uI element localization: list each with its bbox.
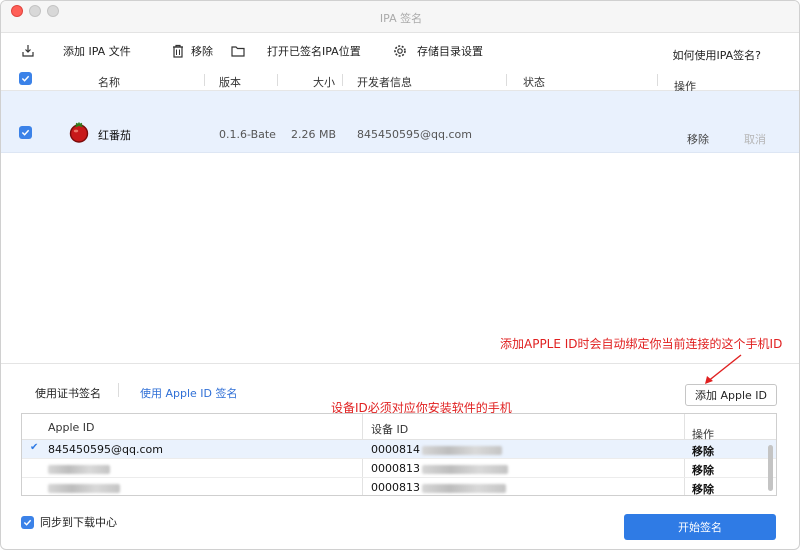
- checkmark-icon: [21, 129, 30, 136]
- add-apple-id-button[interactable]: 添加 Apple ID: [685, 384, 777, 406]
- toolbar: 添加 IPA 文件 移除 打开已签名IPA位置 存储目录设置 如何使用IPA签名…: [1, 33, 799, 69]
- annotation-top: 添加APPLE ID时会自动绑定你当前连接的这个手机ID: [500, 337, 783, 351]
- ipa-table-empty-area: [1, 153, 799, 363]
- import-icon: [21, 44, 35, 58]
- title-bar: IPA 签名: [1, 1, 799, 33]
- table-row[interactable]: 红番茄 0.1.6-Bate 2.26 MB 845450595@qq.com …: [1, 91, 799, 153]
- folder-icon: [231, 44, 245, 58]
- storage-settings-label: 存储目录设置: [417, 45, 483, 58]
- apple-id-value: 845450595@qq.com: [48, 443, 163, 456]
- open-signed-label: 打开已签名IPA位置: [267, 45, 361, 58]
- device-id-value: 0000814: [371, 443, 502, 456]
- id-remove-button[interactable]: 移除: [692, 481, 714, 495]
- row-checkbox[interactable]: [19, 126, 32, 139]
- remove-button[interactable]: 移除: [171, 41, 213, 61]
- annotation-arrow-icon: [705, 354, 742, 384]
- header-apple-id: Apple ID: [48, 421, 95, 434]
- trash-icon: [171, 44, 185, 58]
- table-row[interactable]: ✔ 845450595@qq.com 0000814 移除: [22, 440, 776, 459]
- apple-id-table-header: Apple ID 设备 ID 操作: [22, 414, 776, 441]
- checkmark-icon: [21, 75, 30, 82]
- header-size: 大小: [313, 76, 335, 89]
- header-name: 名称: [98, 76, 120, 89]
- sync-checkbox[interactable]: [21, 515, 34, 529]
- tab-separator: [118, 383, 119, 397]
- app-developer: 845450595@qq.com: [357, 128, 472, 141]
- header-separator: [277, 74, 278, 86]
- device-id-value: 0000813: [371, 481, 506, 494]
- storage-settings-button[interactable]: 存储目录设置: [393, 41, 483, 61]
- apple-id-value-redacted: [48, 481, 120, 494]
- app-version: 0.1.6-Bate: [219, 128, 276, 141]
- tab-appleid-sign[interactable]: 使用 Apple ID 签名: [140, 385, 238, 401]
- open-signed-location-button[interactable]: 打开已签名IPA位置: [231, 41, 361, 61]
- apple-id-table-scrollbar[interactable]: [768, 445, 773, 491]
- remove-label: 移除: [191, 45, 213, 58]
- header-separator: [342, 74, 343, 86]
- header-developer: 开发者信息: [357, 76, 412, 89]
- app-window: IPA 签名 添加 IPA 文件 移除 打开已签名IPA位置 存储目录设置 如何…: [0, 0, 800, 550]
- header-separator: [204, 74, 205, 86]
- sync-label: 同步到下载中心: [40, 516, 117, 529]
- window-title: IPA 签名: [379, 12, 423, 25]
- header-version: 版本: [219, 76, 241, 89]
- app-size: 2.26 MB: [291, 128, 337, 141]
- sync-download-center-toggle[interactable]: 同步到下载中心: [21, 514, 117, 530]
- table-row[interactable]: 0000813 移除: [22, 459, 776, 478]
- header-separator: [657, 74, 658, 86]
- selected-check-icon: ✔: [30, 442, 39, 453]
- id-remove-button[interactable]: 移除: [692, 443, 714, 459]
- add-ipa-button[interactable]: 添加 IPA 文件: [21, 41, 131, 61]
- select-all-checkbox[interactable]: [19, 72, 32, 85]
- id-remove-button[interactable]: 移除: [692, 462, 714, 478]
- checkmark-icon: [23, 519, 32, 526]
- apple-id-table: Apple ID 设备 ID 操作 ✔ 845450595@qq.com 000…: [21, 413, 777, 496]
- app-name: 红番茄: [98, 129, 131, 142]
- tab-cert-sign[interactable]: 使用证书签名: [35, 385, 101, 401]
- gear-icon: [393, 44, 407, 58]
- apple-id-value-redacted: [48, 462, 110, 475]
- add-ipa-label: 添加 IPA 文件: [63, 45, 131, 58]
- ipa-table-header: 名称 版本 大小 开发者信息 状态 操作: [1, 69, 799, 93]
- start-signing-button[interactable]: 开始签名: [624, 514, 776, 540]
- device-id-value: 0000813: [371, 462, 508, 475]
- section-divider: [1, 363, 799, 364]
- ipa-table: 名称 版本 大小 开发者信息 状态 操作 红番茄 0.1.6-Bate 2.26…: [1, 69, 799, 153]
- row-cancel-button[interactable]: 取消: [744, 131, 766, 147]
- header-device-id: 设备 ID: [371, 423, 409, 436]
- tomato-app-icon: [68, 121, 90, 146]
- row-remove-button[interactable]: 移除: [687, 131, 709, 147]
- header-separator: [506, 74, 507, 86]
- help-link[interactable]: 如何使用IPA签名?: [672, 47, 761, 63]
- table-row[interactable]: 0000813 移除: [22, 478, 776, 495]
- header-status: 状态: [523, 76, 545, 89]
